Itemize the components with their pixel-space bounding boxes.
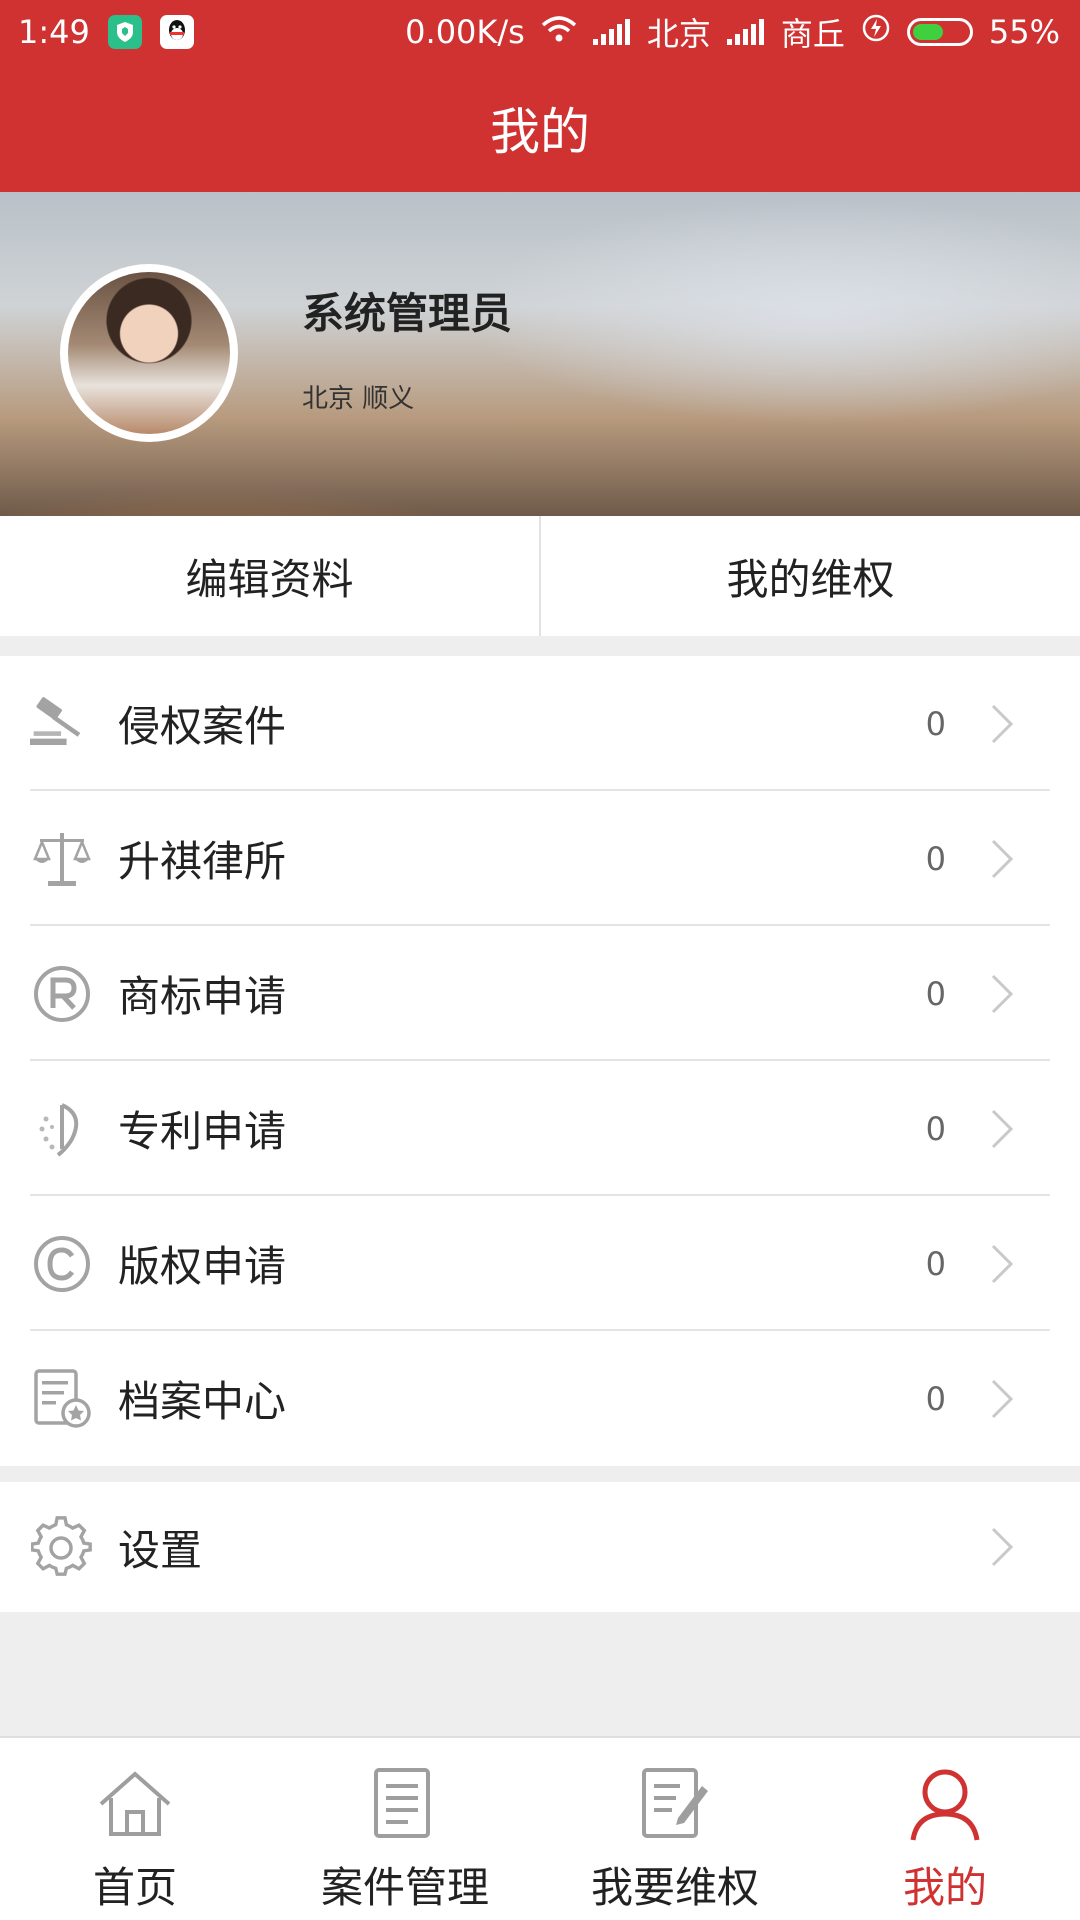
chevron-right-icon [972,1526,1032,1568]
edit-profile-button[interactable]: 编辑资料 [0,516,539,636]
nav-home[interactable]: 首页 [0,1738,270,1920]
wifi-icon [541,13,577,51]
user-name: 系统管理员 [302,289,513,338]
user-icon [903,1762,987,1846]
title-bar: 我的 [0,64,1080,192]
chevron-right-icon [972,1108,1032,1150]
menu-item-label: 升祺律所 [118,837,287,886]
carrier-2: 商丘 [780,15,845,53]
copyright-icon [30,1232,94,1296]
chevron-right-icon [972,1243,1032,1285]
document-icon [363,1762,447,1846]
profile-actions: 编辑资料 我的维权 [0,516,1080,636]
qq-app-icon [159,15,194,49]
bottom-nav: 首页 案件管理 我要维权 我的 [0,1736,1080,1920]
nav-label: 我的 [902,1863,987,1912]
menu-item-label: 档案中心 [118,1377,287,1426]
signal-icon-1 [592,19,631,45]
chevron-right-icon [972,838,1032,880]
avatar[interactable] [60,264,238,442]
menu-item-label: 专利申请 [118,1107,287,1156]
nav-label: 首页 [92,1863,177,1912]
menu-item-count: 0 [925,974,946,1013]
chevron-right-icon [972,703,1032,745]
nav-mine[interactable]: 我的 [810,1738,1080,1920]
app-screen: 1:49 0.00K/s 北京 商丘 55% 我的 系统管理员 北京 顺义 编辑… [0,0,1080,1920]
menu-item-count: 0 [925,1244,946,1283]
menu-item-count: 0 [925,704,946,743]
my-rights-button[interactable]: 我的维权 [539,516,1080,636]
chevron-right-icon [972,1378,1032,1420]
home-icon [93,1762,177,1846]
menu-list: 侵权案件 0 升祺律所 0 商标申请 0 专利申请 0 版权申请 0 档案中心 … [0,656,1080,1466]
network-speed: 0.00K/s [405,13,525,51]
nav-rights-protection[interactable]: 我要维权 [540,1738,810,1920]
profile-banner: 系统管理员 北京 顺义 [0,192,1080,516]
nav-label: 我要维权 [590,1863,759,1912]
menu-item-archive[interactable]: 档案中心 0 [0,1331,1080,1466]
menu-item-label: 侵权案件 [118,702,287,751]
status-time: 1:49 [18,13,90,51]
patent-icon [30,1097,94,1161]
menu-item-count: 0 [925,839,946,878]
status-bar: 1:49 0.00K/s 北京 商丘 55% [0,0,1080,64]
gear-icon [30,1515,94,1579]
user-location: 北京 顺义 [302,384,415,414]
menu-item-law-firm[interactable]: 升祺律所 0 [0,791,1080,926]
archive-icon [30,1367,94,1431]
menu-item-count: 0 [925,1109,946,1148]
menu-item-trademark[interactable]: 商标申请 0 [0,926,1080,1061]
page-title: 我的 [490,103,590,161]
battery-icon [906,18,973,46]
chevron-right-icon [972,973,1032,1015]
charging-icon [861,13,891,51]
signal-icon-2 [726,19,765,45]
menu-item-settings[interactable]: 设置 [0,1482,1080,1612]
menu-item-copyright[interactable]: 版权申请 0 [0,1196,1080,1331]
menu-item-patent[interactable]: 专利申请 0 [0,1061,1080,1196]
carrier-1: 北京 [646,15,711,53]
shield-app-icon [107,15,142,49]
scales-icon [30,827,94,891]
menu-item-label: 商标申请 [118,972,287,1021]
avatar-photo [68,272,230,434]
battery-percent: 55% [988,13,1060,51]
menu-item-count: 0 [925,1379,946,1418]
gavel-icon [30,692,94,756]
nav-case-management[interactable]: 案件管理 [270,1738,540,1920]
edit-document-icon [633,1762,717,1846]
menu-item-label: 版权申请 [118,1242,287,1291]
nav-label: 案件管理 [320,1863,489,1912]
settings-label: 设置 [118,1525,203,1575]
registered-icon [30,962,94,1026]
menu-item-infringement-cases[interactable]: 侵权案件 0 [0,656,1080,791]
